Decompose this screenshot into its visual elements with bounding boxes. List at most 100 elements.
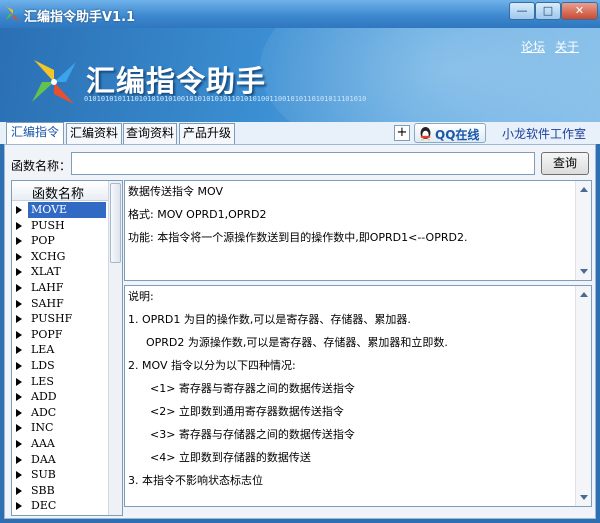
qq-penguin-icon [420,127,431,141]
row-arrow-icon [16,408,22,417]
qq-online-label: QQ在线 [435,128,480,142]
forum-link[interactable]: 论坛 [521,38,545,55]
scroll-down-arrow-icon[interactable] [580,495,588,500]
row-arrow-icon [16,471,22,480]
maximize-button[interactable]: □ [535,2,561,20]
row-arrow-icon [16,252,22,261]
list-item-label: AAA [31,436,55,450]
scroll-up-arrow-icon[interactable] [580,187,588,192]
row-arrow-icon [16,346,22,355]
list-item-label: LEA [31,343,55,357]
notes-title: 说明: [128,290,154,303]
instruction-detail-panel[interactable]: 数据传送指令 MOV 格式: MOV OPRD1,OPRD2 功能: 本指令将一… [124,180,592,281]
row-arrow-icon [16,268,22,277]
function-name-input[interactable] [71,152,535,175]
window-title: 汇编指令助手V1.1 [24,10,136,25]
list-item-label: POPF [31,327,63,341]
list-item-label: SUB [31,468,56,482]
detail-scrollbar[interactable] [575,181,591,280]
pinwheel-logo-icon [32,60,76,104]
notes-case-3: <3> 寄存器与存储器之间的数据传送指令 [150,428,355,441]
banner: 汇编指令助手 010101010111010101010100101010101… [0,28,600,122]
list-item-label: NEG [31,514,57,516]
notes-case-1: <1> 寄存器与寄存器之间的数据传送指令 [150,382,355,395]
list-item-label: ADD [31,390,57,404]
minimize-button[interactable]: — [509,2,535,20]
list-item[interactable]: POPF [12,327,109,343]
close-button[interactable]: ✕ [561,2,598,20]
list-item[interactable]: XCHG [12,249,109,265]
list-item[interactable]: PUSH [12,218,109,234]
tab-asm-materials[interactable]: 汇编资料 [66,123,122,144]
banner-binary-decoration: 0101010101110101010101001010101010110101… [84,95,367,103]
notes-case-2: <2> 立即数到通用寄存器数据传送指令 [150,405,344,418]
instruction-list[interactable]: 函数名称 MOVE PUSH POP XCHG XLAT LAHF SAHF PUSHF POP… [11,180,123,516]
notes-item-3: 3. 本指令不影响状态标志位 [128,474,263,487]
list-header[interactable]: 函数名称 [12,181,109,202]
row-arrow-icon [16,237,22,246]
query-button[interactable]: 查询 [541,152,589,175]
list-item[interactable]: MOVE [12,202,109,218]
row-arrow-icon [16,206,22,214]
list-item[interactable]: SAHF [12,296,109,312]
studio-link[interactable]: 小龙软件工作室 [502,125,586,142]
list-item-label: MOVE [28,202,106,218]
list-item[interactable]: LAHF [12,280,109,296]
list-item[interactable]: NEG [12,514,109,516]
row-arrow-icon [16,455,22,464]
list-item[interactable]: ADC [12,405,109,421]
list-scrollbar[interactable] [108,181,122,515]
list-item[interactable]: LES [12,374,109,390]
detail-format: 格式: MOV OPRD1,OPRD2 [128,208,267,221]
detail-title: 数据传送指令 MOV [128,185,223,198]
row-arrow-icon [16,299,22,308]
tab-query-materials[interactable]: 查询资料 [123,123,177,144]
row-arrow-icon [16,315,22,324]
title-bar[interactable]: 汇编指令助手V1.1 — □ ✕ [0,0,600,28]
list-item-label: DAA [31,452,56,466]
scroll-up-arrow-icon[interactable] [580,292,588,297]
list-item-label: XCHG [31,249,66,263]
list-item[interactable]: SBB [12,483,109,499]
list-scroll-thumb[interactable] [110,183,121,263]
notes-item-2: 2. MOV 指令以分为以下四种情况: [128,359,296,372]
app-icon [6,7,20,21]
list-header-label: 函数名称 [32,187,85,202]
notes-scrollbar[interactable] [575,286,591,506]
list-item[interactable]: PUSHF [12,311,109,327]
list-item-label: LAHF [31,280,64,294]
about-link[interactable]: 关于 [555,38,579,55]
banner-sheen [260,28,600,122]
list-item[interactable]: ADD [12,389,109,405]
list-item[interactable]: LEA [12,342,109,358]
row-arrow-icon [16,361,22,370]
list-body: MOVE PUSH POP XCHG XLAT LAHF SAHF PUSHF POPF LEA L… [12,202,109,516]
notes-item-1: 1. OPRD1 为目的操作数,可以是寄存器、存储器、累加器. [128,313,411,326]
list-item[interactable]: DEC [12,498,109,514]
scroll-down-arrow-icon[interactable] [580,269,588,274]
banner-title: 汇编指令助手 [86,64,267,98]
list-item[interactable]: AAA [12,436,109,452]
tab-asm-instructions[interactable]: 汇编指令 [6,122,64,144]
row-arrow-icon [16,330,22,339]
list-item-label: SAHF [31,296,64,310]
list-item[interactable]: LDS [12,358,109,374]
row-arrow-icon [16,439,22,448]
qq-online-button[interactable]: QQ在线 [414,123,486,143]
list-item[interactable]: INC [12,420,109,436]
row-arrow-icon [16,393,22,402]
row-arrow-icon [16,502,22,511]
list-item[interactable]: DAA [12,452,109,468]
tab-bar: 汇编指令 汇编资料 查询资料 产品升级 + QQ在线 小龙软件工作室 [0,122,600,144]
detail-function: 功能: 本指令将一个源操作数送到目的操作数中,即OPRD1<--OPRD2. [128,231,468,244]
notes-case-4: <4> 立即数到存储器的数据传送 [150,451,311,464]
list-item[interactable]: SUB [12,467,109,483]
tab-product-upgrade[interactable]: 产品升级 [179,123,235,144]
list-item[interactable]: XLAT [12,264,109,280]
list-item-label: SBB [31,483,55,497]
list-item-label: POP [31,234,55,248]
notes-panel[interactable]: 说明: 1. OPRD1 为目的操作数,可以是寄存器、存储器、累加器. OPRD… [124,285,592,507]
list-item[interactable]: POP [12,233,109,249]
add-button[interactable]: + [394,125,410,141]
app-window: 汇编指令助手V1.1 — □ ✕ 汇编指令助手 0101010101110101… [0,0,600,523]
